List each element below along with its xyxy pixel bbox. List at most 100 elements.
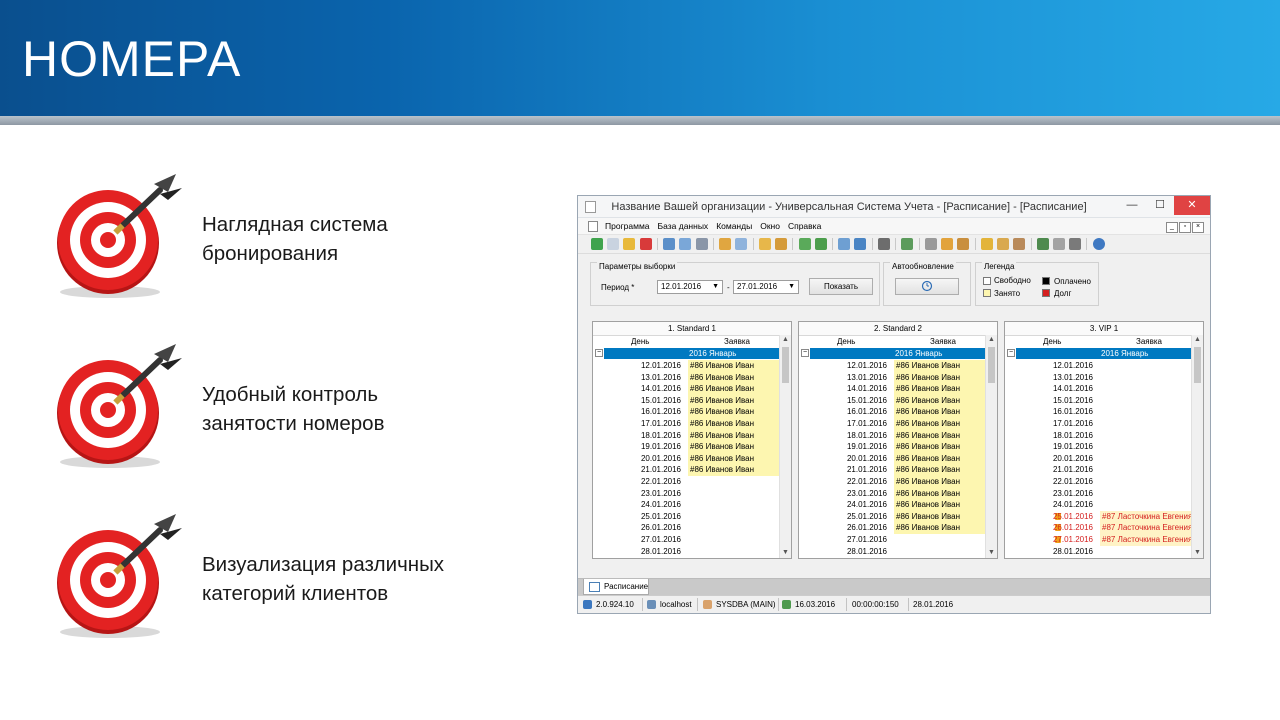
comment-icon[interactable] <box>735 238 748 250</box>
import-icon[interactable] <box>814 238 827 250</box>
autoupdate-button[interactable] <box>895 278 959 295</box>
table-row[interactable]: 23.01.2016 <box>604 488 781 500</box>
table-row[interactable]: 13.01.2016 #86 Иванов Иван <box>810 371 987 384</box>
table-row[interactable]: 22.01.2016 #86 Иванов Иван <box>810 475 987 488</box>
table-row[interactable]: 24.01.2016 <box>604 499 781 511</box>
notes-icon[interactable] <box>957 238 970 250</box>
scroll-up-icon[interactable]: ▲ <box>780 335 791 345</box>
tools-icon[interactable] <box>924 238 937 250</box>
table-row[interactable]: 16.01.2016 #86 Иванов Иван <box>604 406 781 418</box>
table-row[interactable]: 26.01.2016 #86 Иванов Иван <box>810 522 987 534</box>
table-row[interactable]: 21.01.2016 #86 Иванов Иван <box>604 464 781 476</box>
month-group-row[interactable]: 2016 Январь <box>810 348 987 359</box>
table-row[interactable]: 18.01.2016 #86 Иванов Иван <box>604 429 781 442</box>
table-row[interactable]: 27.01.2016 <box>810 534 987 546</box>
lock-icon[interactable] <box>980 238 993 250</box>
show-button[interactable]: Показать <box>809 278 873 295</box>
month-group-row[interactable]: 2016 Январь <box>604 348 781 359</box>
table-row[interactable]: 25.01.2016 #86 Иванов Иван <box>810 510 987 523</box>
table-row[interactable]: 28.01.2016 <box>604 546 781 558</box>
attach-icon[interactable] <box>854 238 867 250</box>
export-icon[interactable] <box>798 238 811 250</box>
print-preview-icon[interactable] <box>877 238 890 250</box>
minimize-button[interactable]: — <box>1118 196 1146 215</box>
add-icon[interactable] <box>591 238 603 250</box>
table-row[interactable]: 15.01.2016 #86 Иванов Иван <box>810 394 987 407</box>
table-row[interactable]: 13.01.2016 #86 Иванов Иван <box>604 371 781 384</box>
table-row[interactable]: 21.01.2016 #86 Иванов Иван <box>810 464 987 476</box>
table-row[interactable]: 18.01.2016 <box>1016 430 1193 442</box>
table-row[interactable]: 17.01.2016 #86 Иванов Иван <box>604 417 781 430</box>
delete-icon[interactable] <box>639 238 652 250</box>
table-row[interactable]: 20.01.2016 #86 Иванов Иван <box>604 452 781 465</box>
table-row[interactable]: 14.01.2016 <box>1016 383 1193 395</box>
filter-icon[interactable] <box>695 238 708 250</box>
date-from-field[interactable]: 12.01.2016 ▼ <box>657 280 723 294</box>
window-titlebar[interactable]: Название Вашей организации - Универсальн… <box>578 196 1210 218</box>
edit-icon[interactable] <box>623 238 636 250</box>
vertical-scrollbar[interactable]: ▲ ▼ <box>779 335 791 558</box>
table-row[interactable]: 27.01.2016 #87 Ласточкина Евгения <box>1016 533 1193 546</box>
vertical-scrollbar[interactable]: ▲ ▼ <box>985 335 997 558</box>
table-row[interactable]: 23.01.2016 #86 Иванов Иван <box>810 487 987 500</box>
scroll-down-icon[interactable]: ▼ <box>1192 548 1203 558</box>
table-row[interactable]: 12.01.2016 #86 Иванов Иван <box>810 360 987 372</box>
scroll-thumb[interactable] <box>988 347 995 383</box>
collapse-toggle[interactable]: − <box>595 349 603 357</box>
magic-icon[interactable] <box>941 238 954 250</box>
menu-help[interactable]: Справка <box>784 218 825 234</box>
table-row[interactable]: 13.01.2016 <box>1016 372 1193 384</box>
mdi-minimize-button[interactable]: _ <box>1166 222 1178 233</box>
date-to-field[interactable]: 27.01.2016 ▼ <box>733 280 799 294</box>
table-row[interactable]: 20.01.2016 #86 Иванов Иван <box>810 452 987 465</box>
table-row[interactable]: 28.01.2016 <box>1016 546 1193 558</box>
close-button[interactable]: ✕ <box>1174 196 1210 215</box>
help-icon[interactable] <box>1092 238 1105 250</box>
scroll-up-icon[interactable]: ▲ <box>986 335 997 345</box>
table-row[interactable]: 17.01.2016 <box>1016 418 1193 430</box>
table-row[interactable]: 14.01.2016 #86 Иванов Иван <box>604 383 781 395</box>
printer-icon[interactable] <box>1052 238 1065 250</box>
table-row[interactable]: 19.01.2016 <box>1016 441 1193 453</box>
maximize-button[interactable]: ☐ <box>1146 196 1174 215</box>
table-row[interactable]: 12.01.2016 #86 Иванов Иван <box>604 360 781 372</box>
scroll-up-icon[interactable]: ▲ <box>1192 335 1203 345</box>
find-icon[interactable] <box>679 238 692 250</box>
collapse-toggle[interactable]: − <box>801 349 809 357</box>
list-icon[interactable] <box>775 238 788 250</box>
table-row[interactable]: 26.01.2016 #87 Ласточкина Евгения <box>1016 522 1193 534</box>
table-row[interactable]: 25.01.2016 <box>604 511 781 523</box>
table-row[interactable]: 16.01.2016 <box>1016 406 1193 418</box>
users-icon[interactable] <box>997 238 1010 250</box>
table-row[interactable]: 22.01.2016 <box>604 476 781 488</box>
collapse-toggle[interactable]: − <box>1007 349 1015 357</box>
box-icon[interactable] <box>1013 238 1026 250</box>
table-row[interactable]: 15.01.2016 #86 Иванов Иван <box>604 394 781 407</box>
table-row[interactable]: 12.01.2016 <box>1016 360 1193 372</box>
table-row[interactable]: 28.01.2016 <box>810 546 987 558</box>
table-row[interactable]: 23.01.2016 <box>1016 488 1193 500</box>
new-window-icon[interactable] <box>838 238 851 250</box>
scroll-down-icon[interactable]: ▼ <box>986 548 997 558</box>
tree-icon[interactable] <box>758 238 771 250</box>
table-row[interactable]: 15.01.2016 <box>1016 395 1193 407</box>
scroll-down-icon[interactable]: ▼ <box>780 548 791 558</box>
table-row[interactable]: 24.01.2016 <box>1016 499 1193 511</box>
mdi-close-button[interactable]: × <box>1192 222 1204 233</box>
table-row[interactable]: 17.01.2016 #86 Иванов Иван <box>810 417 987 430</box>
month-group-row[interactable]: 2016 Январь <box>1016 348 1193 359</box>
table-row[interactable]: 26.01.2016 <box>604 522 781 534</box>
table-icon[interactable] <box>901 238 914 250</box>
play-icon[interactable] <box>1069 238 1082 250</box>
table-row[interactable]: 14.01.2016 #86 Иванов Иван <box>810 383 987 395</box>
search-icon[interactable] <box>663 238 676 250</box>
table-row[interactable]: 19.01.2016 #86 Иванов Иван <box>810 441 987 453</box>
table-row[interactable]: 21.01.2016 <box>1016 464 1193 476</box>
menu-program[interactable]: Программа <box>601 218 654 234</box>
table-row[interactable]: 19.01.2016 #86 Иванов Иван <box>604 441 781 453</box>
mdi-restore-button[interactable]: ▫ <box>1179 222 1191 233</box>
table-row[interactable]: 22.01.2016 <box>1016 476 1193 488</box>
calendar-icon[interactable] <box>1036 238 1049 250</box>
scroll-thumb[interactable] <box>1194 347 1201 383</box>
copy-icon[interactable] <box>607 238 620 250</box>
